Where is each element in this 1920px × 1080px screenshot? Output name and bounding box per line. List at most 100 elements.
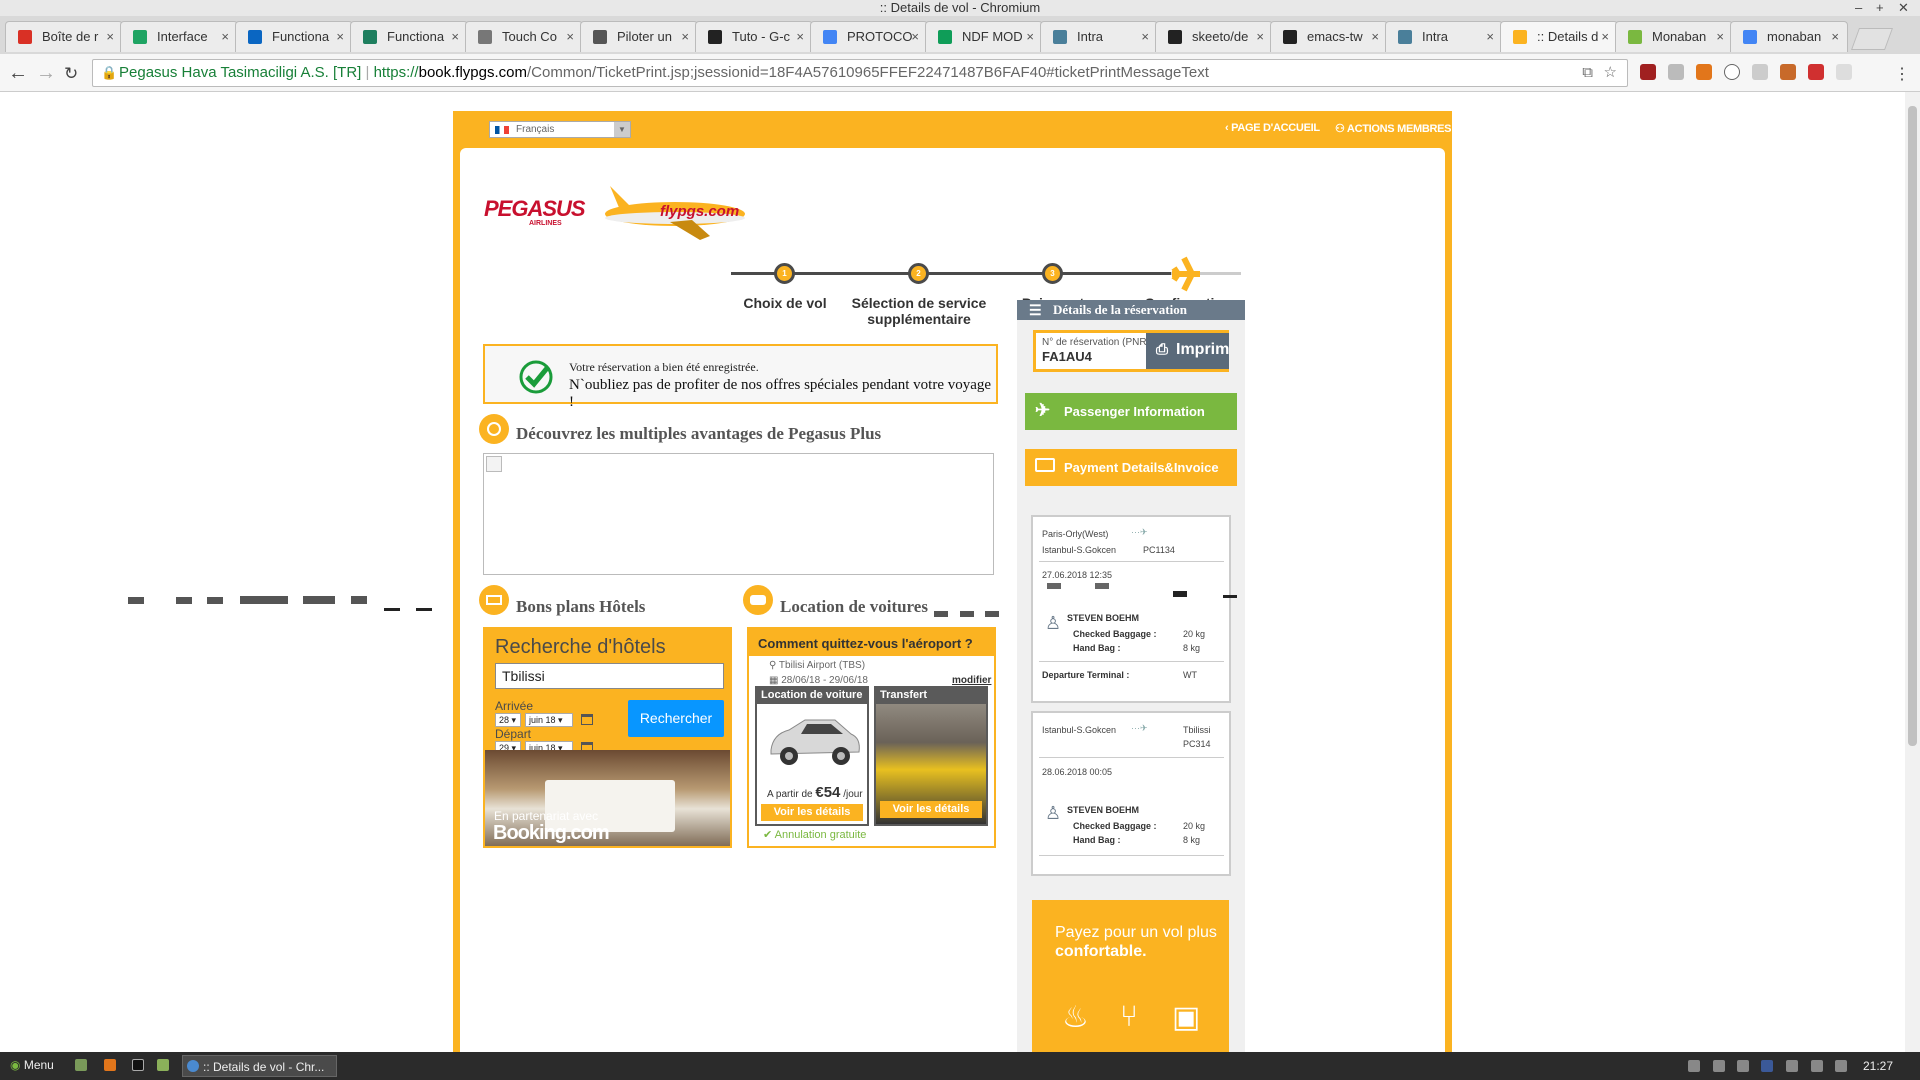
page-scrollbar[interactable] [1905, 92, 1920, 1052]
reload-icon[interactable]: ↻ [64, 64, 78, 84]
plus-banner-image[interactable] [483, 453, 994, 575]
close-tab-icon[interactable]: × [1716, 29, 1724, 44]
tab-strip: Boîte de r × Interface × Functiona × Functiona… [0, 16, 1920, 54]
passenger-info-button[interactable]: ✈ Passenger Information [1025, 393, 1237, 430]
firefox-icon[interactable] [104, 1059, 116, 1071]
tab-label: PROTOCO [847, 29, 913, 44]
scrollbar-thumb[interactable] [1908, 106, 1917, 746]
print-button[interactable]: ⎙ Imprimez [1146, 333, 1229, 369]
browser-tab[interactable]: Interface × [120, 21, 238, 52]
browser-tab[interactable]: skeeto/de × [1155, 21, 1273, 52]
browser-tab[interactable]: NDF MOD × [925, 21, 1043, 52]
browser-tab[interactable]: Monaban × [1615, 21, 1733, 52]
taskbar-chromium-window[interactable]: :: Details de vol - Chr... [182, 1055, 337, 1077]
browser-tab[interactable]: Boîte de r × [5, 21, 123, 52]
bluetooth-icon[interactable] [1713, 1060, 1725, 1072]
close-tab-icon[interactable]: × [221, 29, 229, 44]
calendar-icon[interactable] [581, 714, 593, 725]
arrival-month-select[interactable]: juin 18 ▾ [525, 713, 573, 727]
circle-extension-icon[interactable] [1724, 64, 1740, 80]
close-tab-icon[interactable]: × [681, 29, 689, 44]
lock-icon: 🔒 [101, 65, 118, 80]
close-tab-icon[interactable]: × [336, 29, 344, 44]
transfer-card[interactable]: Transfert Voir les détails [874, 686, 988, 826]
transfer-details-button[interactable]: Voir les détails [880, 801, 982, 818]
browser-tab[interactable]: PROTOCO × [810, 21, 928, 52]
menu-kebab-icon[interactable]: ⋮ [1894, 64, 1910, 84]
network-icon[interactable] [1811, 1060, 1823, 1072]
start-menu-button[interactable]: ◉ Menu [10, 1058, 54, 1072]
close-tab-icon[interactable]: × [911, 29, 919, 44]
car-details-button[interactable]: Voir les détails [761, 804, 863, 821]
browser-tab[interactable]: Functiona × [235, 21, 353, 52]
close-tab-icon[interactable]: × [1026, 29, 1034, 44]
modify-link[interactable]: modifier [952, 675, 991, 686]
maximize-icon[interactable]: + [1876, 0, 1884, 15]
minimize-icon[interactable]: – [1855, 0, 1862, 15]
comfort-promo[interactable]: Payez pour un vol plus confortable. ♨ ⑂ … [1032, 900, 1229, 1052]
passenger-info-label: Passenger Information [1064, 404, 1205, 419]
new-tab-button[interactable] [1850, 28, 1894, 50]
close-tab-icon[interactable]: × [796, 29, 804, 44]
close-tab-icon[interactable]: × [566, 29, 574, 44]
close-window-icon[interactable]: ✕ [1898, 0, 1909, 15]
arrival-label: Arrivée [495, 699, 534, 713]
volume-icon[interactable] [1835, 1060, 1847, 1072]
browser-tab[interactable]: Tuto - G-c × [695, 21, 813, 52]
metamask-icon[interactable] [1696, 64, 1712, 80]
plane-icon: ✈ [1035, 400, 1051, 420]
pegasus-logo-sub: AIRLINES [529, 220, 562, 227]
ublock-icon[interactable] [1640, 64, 1656, 80]
hotel-room-image[interactable]: En partenariat avec Booking.com [485, 750, 730, 846]
pegasus-logo[interactable]: PEGASUS [484, 196, 586, 222]
car-icon [743, 585, 773, 615]
close-tab-icon[interactable]: × [1256, 29, 1264, 44]
language-select[interactable]: Français ▼ [489, 121, 631, 138]
car-rental-title: Location de voiture [757, 688, 867, 704]
close-tab-icon[interactable]: × [1141, 29, 1149, 44]
us-flag-icon[interactable] [1761, 1060, 1773, 1072]
show-desktop-icon[interactable] [75, 1059, 87, 1071]
browser-tab[interactable]: Functiona × [350, 21, 468, 52]
tab-favicon-icon [938, 30, 952, 44]
forward-icon[interactable]: → [36, 62, 56, 85]
cars-section-title: Location de voitures [780, 597, 928, 616]
browser-tab[interactable]: Intra × [1385, 21, 1503, 52]
close-tab-icon[interactable]: × [1831, 29, 1839, 44]
home-link[interactable]: ‹ PAGE D'ACCUEIL [1225, 122, 1320, 134]
close-tab-icon[interactable]: × [1601, 29, 1609, 44]
price-value: €54 [815, 784, 841, 801]
extension-icon[interactable] [1752, 64, 1768, 80]
files-icon[interactable] [157, 1059, 169, 1071]
address-bar[interactable]: 🔒 Pegasus Hava Tasimaciligi A.S. [TR] | … [92, 59, 1628, 87]
browser-tab[interactable]: Touch Co × [465, 21, 583, 52]
car-rental-card[interactable]: Location de voiture A partir de €54 /jou… [755, 686, 869, 826]
chat-icon[interactable] [1688, 1060, 1700, 1072]
members-link[interactable]: ⚇ ACTIONS MEMBRES [1335, 122, 1452, 135]
flight-2-datetime: 28.06.2018 00:05 [1042, 767, 1113, 777]
browser-tab[interactable]: emacs-tw × [1270, 21, 1388, 52]
close-tab-icon[interactable]: × [1486, 29, 1494, 44]
translate-icon[interactable]: ⧉ [1582, 60, 1593, 86]
hotel-search-button[interactable]: Rechercher [628, 700, 724, 737]
tab-favicon-icon [593, 30, 607, 44]
close-tab-icon[interactable]: × [106, 29, 114, 44]
chart-extension-icon[interactable] [1808, 64, 1824, 80]
browser-tab[interactable]: Intra × [1040, 21, 1158, 52]
bookmark-star-icon[interactable]: ☆ [1604, 60, 1617, 86]
close-tab-icon[interactable]: × [451, 29, 459, 44]
arrival-day-select[interactable]: 28 ▾ [495, 713, 521, 727]
close-tab-icon[interactable]: × [1371, 29, 1379, 44]
browser-tab[interactable]: :: Details d × [1500, 21, 1618, 52]
back-icon[interactable]: ← [8, 62, 28, 85]
keyboard-icon[interactable] [1786, 1060, 1798, 1072]
hotel-city-input[interactable]: Tbilissi [495, 663, 724, 689]
shield-icon[interactable] [1737, 1060, 1749, 1072]
extension-icon[interactable] [1780, 64, 1796, 80]
browser-tab[interactable]: monaban × [1730, 21, 1848, 52]
browser-tab[interactable]: Piloter un × [580, 21, 698, 52]
extension-icon[interactable] [1836, 64, 1852, 80]
payment-details-button[interactable]: Payment Details&Invoice [1025, 449, 1237, 486]
extension-icon[interactable] [1668, 64, 1684, 80]
terminal-icon[interactable] [132, 1059, 144, 1071]
